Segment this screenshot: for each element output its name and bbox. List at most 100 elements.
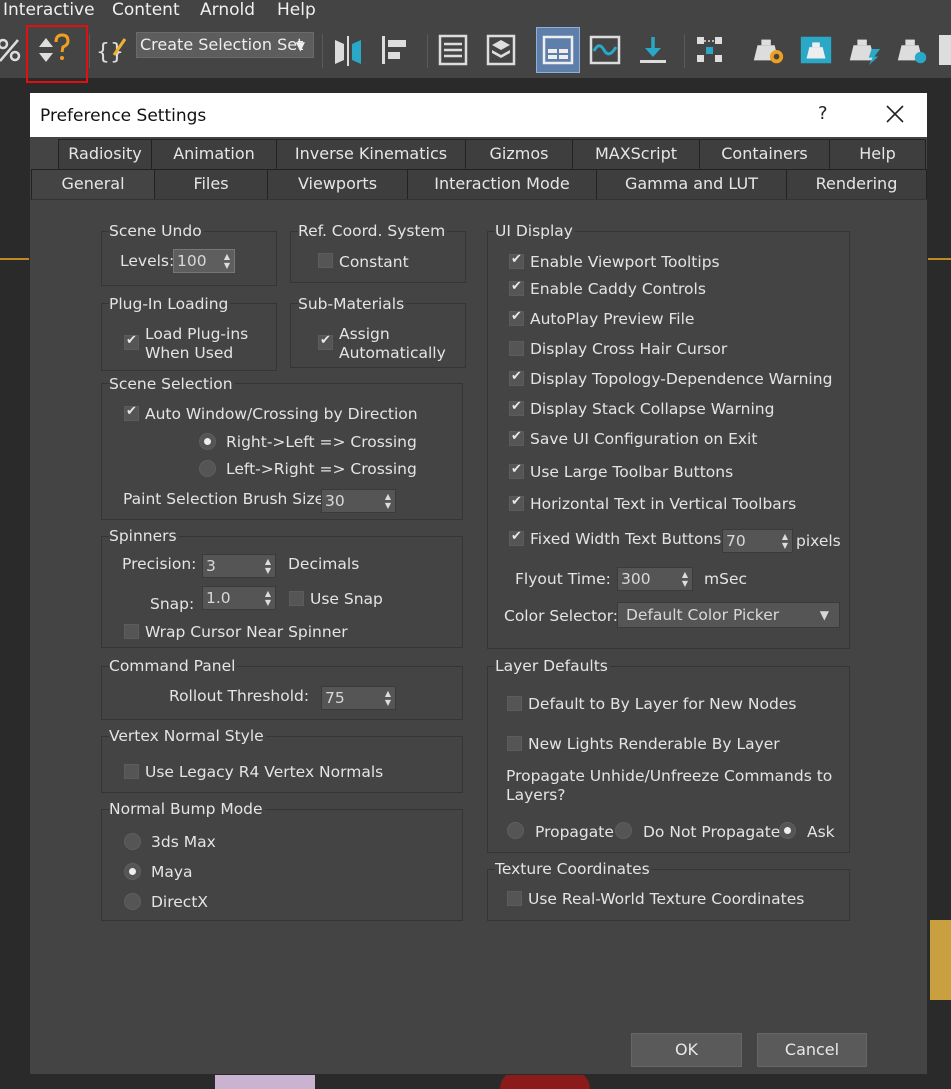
toolbar-overflow-icon[interactable]	[938, 27, 951, 73]
pixels-label: pixels	[796, 532, 841, 550]
bump-maya-radio[interactable]	[124, 863, 141, 880]
legacy-normals-checkbox[interactable]	[124, 764, 139, 779]
toggle-ribbon-icon[interactable]	[536, 27, 580, 73]
ask-label: Ask	[807, 823, 835, 841]
ask-radio[interactable]	[779, 822, 796, 839]
ui-option-checkbox[interactable]	[509, 429, 524, 446]
menu-bar: Interactive Content Arnold Help	[0, 0, 951, 24]
lights-renderable-checkbox[interactable]	[507, 736, 522, 751]
wrap-cursor-checkbox[interactable]	[124, 624, 139, 639]
schematic-view-icon[interactable]	[635, 27, 671, 73]
chevron-down-icon: ▼	[819, 608, 829, 622]
menu-interactive[interactable]: Interactive	[3, 0, 95, 20]
left-right-radio[interactable]	[199, 460, 216, 477]
fixed-width-spinner[interactable]: 70 ▲ ▼	[722, 529, 793, 553]
ui-option-checkbox[interactable]	[509, 462, 524, 479]
ui-option-checkbox[interactable]	[509, 279, 524, 296]
flyout-time-value: 300	[621, 570, 651, 588]
tab-gamma-and-lut[interactable]: Gamma and LUT	[596, 169, 787, 199]
ui-option-checkbox[interactable]	[509, 341, 524, 356]
tab-general[interactable]: General	[31, 169, 155, 199]
tab-maxscript[interactable]: MAXScript	[572, 139, 700, 169]
edit-named-selection-icon[interactable]: {}	[93, 27, 129, 73]
decimals-label: Decimals	[288, 555, 360, 573]
scene-explorer-icon[interactable]	[435, 27, 471, 73]
wrap-cursor-label: Wrap Cursor Near Spinner	[145, 623, 348, 641]
ui-display-title: UI Display	[495, 222, 575, 240]
flyout-time-spinner[interactable]: 300 ▲ ▼	[617, 567, 693, 591]
legacy-normals-label: Use Legacy R4 Vertex Normals	[145, 763, 384, 781]
layer-explorer-icon[interactable]	[483, 27, 519, 73]
tab-interaction-mode[interactable]: Interaction Mode	[407, 169, 597, 199]
ui-option-checkbox[interactable]	[509, 399, 524, 416]
spinner-arrows-icon: ▲ ▼	[264, 589, 271, 607]
brush-size-value: 30	[325, 492, 345, 510]
tab-gizmos[interactable]: Gizmos	[465, 139, 573, 169]
do-not-propagate-radio[interactable]	[615, 822, 632, 839]
rollout-threshold-spinner[interactable]: 75 ▲ ▼	[321, 686, 396, 710]
ui-option-checkbox[interactable]	[509, 309, 524, 326]
precision-spinner[interactable]: 3 ▲ ▼	[202, 554, 276, 578]
tab-containers[interactable]: Containers	[699, 139, 830, 169]
menu-arnold[interactable]: Arnold	[200, 0, 255, 20]
tab-radiosity[interactable]: Radiosity	[58, 139, 152, 169]
propagate-question-2: Layers?	[506, 786, 566, 804]
use-snap-checkbox[interactable]	[289, 591, 304, 606]
auto-window-checkbox[interactable]	[124, 404, 139, 421]
rollout-threshold-value: 75	[325, 689, 345, 707]
rendered-frame-window-icon[interactable]	[798, 27, 834, 73]
bump-directx-radio[interactable]	[124, 893, 141, 910]
assign-label-2: Automatically	[339, 344, 446, 362]
selection-set-dropdown[interactable]: Create Selection Set ▼	[136, 32, 314, 58]
tab-help[interactable]: Help	[829, 139, 926, 169]
mirror-icon[interactable]	[330, 27, 366, 73]
use-snap-label: Use Snap	[310, 590, 383, 608]
by-layer-checkbox[interactable]	[507, 696, 522, 711]
material-editor-icon[interactable]	[692, 27, 728, 73]
assign-automatically-checkbox[interactable]	[318, 333, 333, 350]
curve-editor-icon[interactable]	[587, 27, 623, 73]
align-icon[interactable]	[378, 27, 414, 73]
right-left-label: Right->Left => Crossing	[226, 433, 417, 451]
snap-spinner[interactable]: 1.0 ▲ ▼	[202, 586, 276, 610]
bump-3dsmax-radio[interactable]	[124, 833, 141, 850]
brush-size-spinner[interactable]: 30 ▲ ▼	[321, 489, 396, 513]
constant-checkbox[interactable]	[318, 253, 333, 268]
render-production-icon[interactable]	[846, 27, 882, 73]
plugin-loading-title: Plug-In Loading	[109, 295, 231, 313]
color-selector-dropdown[interactable]: Default Color Picker ▼	[617, 602, 840, 628]
menu-content[interactable]: Content	[112, 0, 180, 20]
normal-bump-title: Normal Bump Mode	[109, 800, 265, 818]
help-button[interactable]: ?	[818, 103, 832, 124]
propagate-radio[interactable]	[507, 822, 524, 839]
cancel-button[interactable]: Cancel	[757, 1033, 867, 1067]
bump-directx-label: DirectX	[151, 893, 209, 911]
tab-inverse-kinematics[interactable]: Inverse Kinematics	[276, 139, 466, 169]
color-selector-label: Color Selector:	[504, 607, 619, 625]
by-layer-label: Default to By Layer for New Nodes	[528, 695, 797, 713]
ui-option-checkbox[interactable]	[509, 494, 524, 511]
ok-button[interactable]: OK	[631, 1033, 742, 1067]
real-world-checkbox[interactable]	[507, 891, 522, 906]
ui-option-checkbox[interactable]	[509, 369, 524, 386]
bump-maya-label: Maya	[151, 863, 193, 881]
ui-option-label: AutoPlay Preview File	[530, 310, 695, 328]
levels-spinner[interactable]: 100 ▲ ▼	[173, 249, 235, 273]
percent-snap-icon[interactable]	[0, 27, 24, 73]
fixed-width-label: Fixed Width Text Buttons:	[530, 530, 727, 548]
right-left-radio[interactable]	[199, 433, 216, 450]
render-setup-icon[interactable]	[750, 27, 786, 73]
preference-settings-dialog: Preference Settings ? Radiosity Animatio…	[29, 92, 928, 1075]
tab-viewports[interactable]: Viewports	[267, 169, 408, 199]
vertex-normal-title: Vertex Normal Style	[109, 727, 266, 745]
tab-rendering[interactable]: Rendering	[786, 169, 927, 199]
fixed-width-checkbox[interactable]	[509, 529, 524, 546]
render-activeshade-icon[interactable]	[894, 27, 930, 73]
close-button[interactable]	[884, 103, 906, 125]
ui-option-checkbox[interactable]	[509, 252, 524, 269]
precision-value: 3	[206, 557, 216, 575]
menu-help[interactable]: Help	[277, 0, 316, 20]
load-plugins-checkbox[interactable]	[124, 333, 139, 350]
tab-files[interactable]: Files	[154, 169, 268, 199]
tab-animation[interactable]: Animation	[151, 139, 277, 169]
